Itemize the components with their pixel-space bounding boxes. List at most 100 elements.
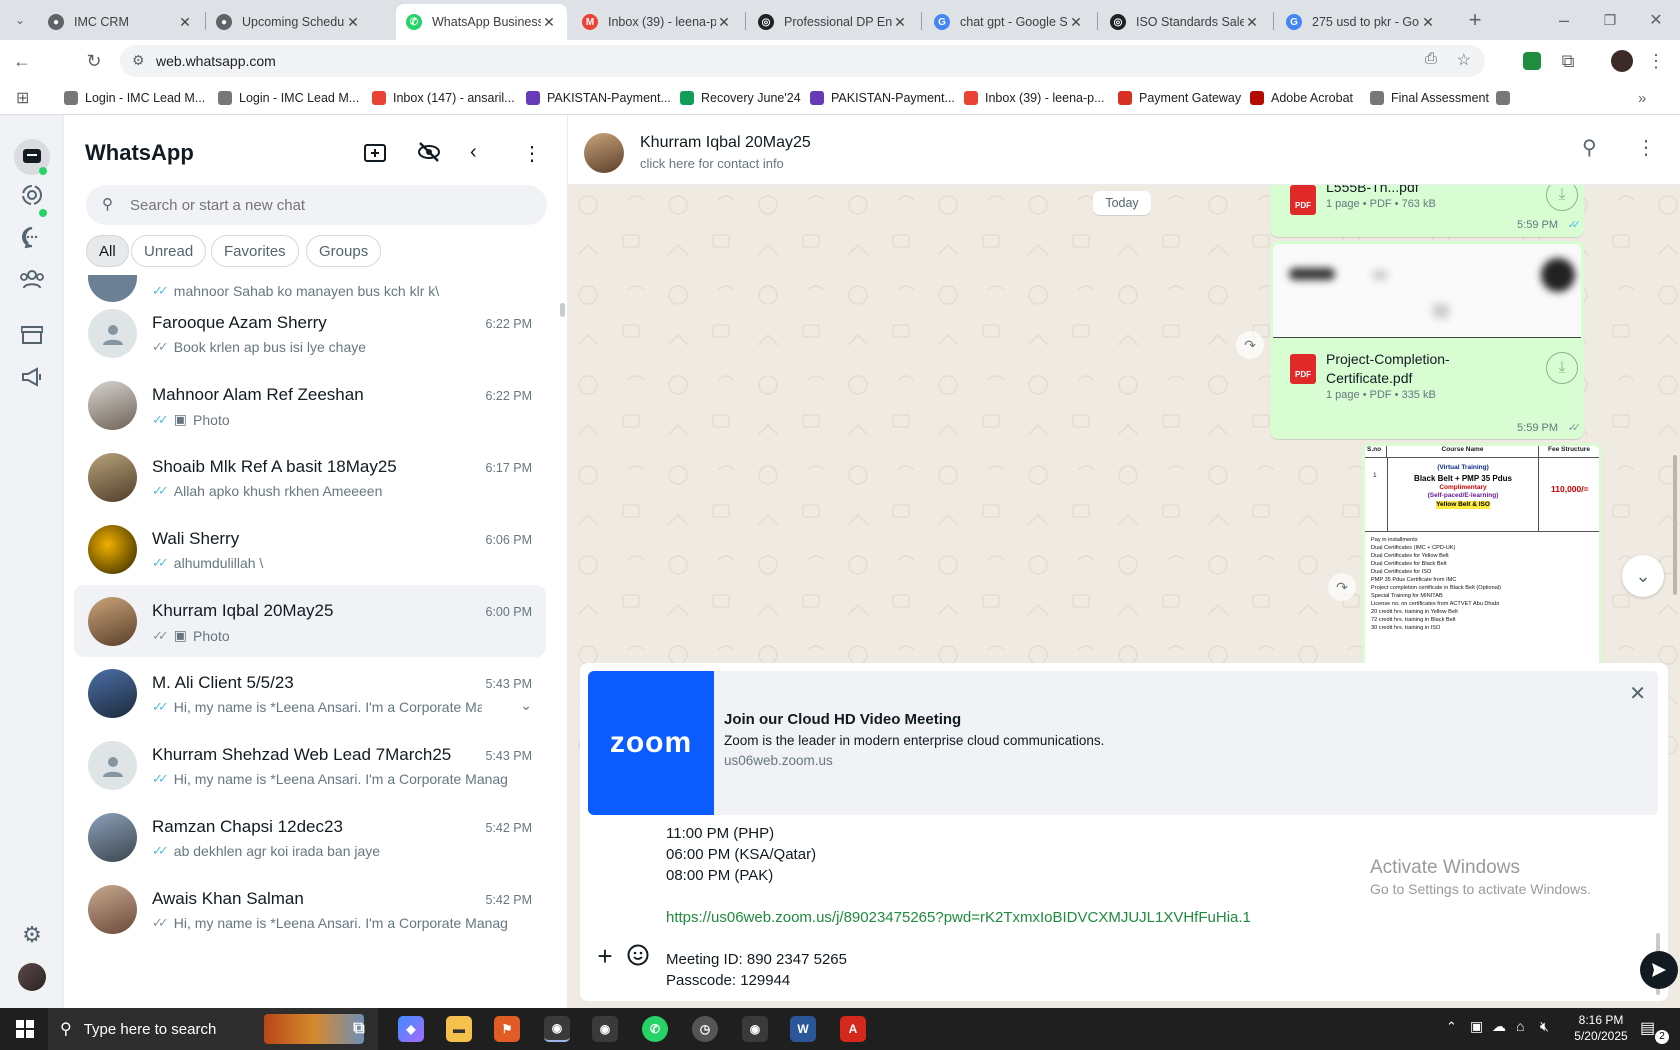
back-arrow-icon[interactable]: ← <box>8 47 36 75</box>
tab-search-chevron-icon[interactable]: ⌄ <box>6 6 34 34</box>
send-button[interactable] <box>1640 951 1678 989</box>
pdf-message-bubble[interactable]: PDF Project-Completion- Certificate.pdf … <box>1270 241 1584 439</box>
copilot-icon[interactable]: ◆ <box>398 1016 424 1042</box>
taskbar-search-box[interactable]: ⚲ Type here to search <box>48 1008 378 1050</box>
chat-row[interactable]: Khurram Shehzad Web Lead 7March25 5:43 P… <box>74 729 546 801</box>
close-tab-icon[interactable]: ✕ <box>716 14 732 31</box>
extensions-puzzle-icon[interactable]: ⧉ <box>1554 47 1582 75</box>
new-tab-plus-icon[interactable]: + <box>1461 6 1489 34</box>
address-url[interactable]: web.whatsapp.com <box>156 53 276 69</box>
close-tab-icon[interactable]: ✕ <box>1244 14 1260 31</box>
windows-start-icon[interactable] <box>16 1020 34 1038</box>
chat-list-scrollbar[interactable] <box>560 303 565 317</box>
communities-icon[interactable] <box>18 265 46 293</box>
notifications-icon[interactable]: ▤ <box>1640 1018 1655 1038</box>
contact-avatar[interactable] <box>584 133 624 173</box>
file-explorer-icon[interactable]: ▬ <box>446 1016 472 1042</box>
messages-scrollbar[interactable] <box>1673 455 1677 595</box>
minimize-window-icon[interactable]: – <box>1550 6 1578 34</box>
forward-icon[interactable]: ↷ <box>1236 331 1264 359</box>
browser-tab-usd-pkr[interactable]: G 275 usd to pkr - Go ✕ <box>1276 4 1446 40</box>
chrome-icon[interactable]: ◉ <box>544 1016 570 1042</box>
close-tab-icon[interactable]: ✕ <box>1420 14 1436 31</box>
bookmark-item[interactable]: PAKISTAN-Payment... <box>810 88 955 108</box>
browser-tab-imc-crm[interactable]: ● IMC CRM ✕ <box>38 4 203 40</box>
contact-name[interactable]: Khurram Iqbal 20May25 <box>640 134 811 152</box>
profile-avatar-icon[interactable] <box>1608 47 1636 75</box>
forward-icon[interactable]: ↷ <box>1328 573 1356 601</box>
task-view-icon[interactable]: ⧉ <box>346 1016 372 1042</box>
search-messages-icon[interactable]: ⚲ <box>1582 135 1597 160</box>
link-preview-card[interactable]: zoom Join our Cloud HD Video Meeting Zoo… <box>588 671 1658 815</box>
conversation-header[interactable]: Khurram Iqbal 20May25 click here for con… <box>568 115 1680 185</box>
taskbar-clock[interactable]: 8:16 PM 5/20/2025 <box>1572 1012 1630 1044</box>
chat-options-chevron-down-icon[interactable]: ⌄ <box>520 697 532 714</box>
browser-tab-whatsapp[interactable]: ✆ WhatsApp Business ✕ <box>396 4 567 40</box>
chat-row-selected[interactable]: Khurram Iqbal 20May25 6:00 PM ✓✓ ▣ Photo <box>74 585 546 657</box>
sticker-emoji-icon[interactable] <box>626 943 652 969</box>
status-icon[interactable] <box>18 181 46 209</box>
close-tab-icon[interactable]: ✕ <box>177 14 193 31</box>
pdf-thumbnail-preview[interactable] <box>1273 244 1581 338</box>
restore-window-icon[interactable]: ❐ <box>1596 6 1624 34</box>
filter-favorites[interactable]: Favorites <box>211 235 299 267</box>
image-message-bubble[interactable]: S.no Course Name Fee Structure 1 (Virtua… <box>1362 443 1602 663</box>
chat-row[interactable]: Farooque Azam Sherry 6:22 PM ✓✓ Book krle… <box>74 297 546 369</box>
settings-gear-icon[interactable]: ⚙ <box>18 921 46 949</box>
hide-eye-slash-icon[interactable] <box>416 141 444 169</box>
browser-tab-gmail-inbox[interactable]: M Inbox (39) - leena-p ✕ <box>572 4 742 40</box>
chrome-profile-icon[interactable]: ◉ <box>742 1016 768 1042</box>
bookmark-item[interactable]: Inbox (147) - ansaril... <box>372 88 515 108</box>
close-tab-icon[interactable]: ✕ <box>345 14 361 31</box>
reload-icon[interactable]: ↻ <box>80 47 108 75</box>
onedrive-cloud-icon[interactable]: ☁ <box>1492 1018 1506 1035</box>
pdf-message-bubble[interactable]: PDF L555B-Th...pdf 1 page • PDF • 763 kB… <box>1270 185 1584 237</box>
back-chevron-icon[interactable]: ‹ <box>470 141 477 164</box>
conversation-menu-kebab-icon[interactable]: ⋮ <box>1636 135 1656 160</box>
draft-text-area[interactable]: 11:00 PM (PHP) 06:00 PM (KSA/Qatar) 08:0… <box>580 815 1668 1001</box>
address-bar[interactable]: ⚙ web.whatsapp.com ⎙ ☆ <box>120 45 1485 77</box>
catalog-store-icon[interactable] <box>18 321 46 349</box>
zoom-meeting-link[interactable]: https://us06web.zoom.us/j/89023475265?pw… <box>666 909 1251 926</box>
download-icon[interactable]: ⤓ <box>1546 352 1578 384</box>
install-app-icon[interactable]: ⎙ <box>1425 50 1437 67</box>
acrobat-icon[interactable]: A <box>840 1016 866 1042</box>
chat-search-box[interactable]: ⚲ <box>86 185 547 225</box>
channels-icon[interactable] <box>18 223 46 251</box>
chat-row[interactable]: Ramzan Chapsi 12dec23 5:42 PM ✓✓ ab dekhl… <box>74 801 546 873</box>
chat-row[interactable]: Mahnoor Alam Ref Zeeshan 6:22 PM ✓✓ ▣ Phot… <box>74 369 546 441</box>
close-tab-icon[interactable]: ✕ <box>541 14 557 31</box>
bookmark-item[interactable]: PAKISTAN-Payment... <box>526 88 671 108</box>
more-bookmarks-chevron-icon[interactable]: » <box>1638 88 1646 108</box>
bookmark-item[interactable]: Recovery June'24 <box>680 88 801 108</box>
bookmark-item[interactable]: Login - IMC Lead M... <box>64 88 205 108</box>
chat-list-scroll[interactable]: ✓✓ mahnoor Sahab ko manayen bus kch klr k… <box>64 275 567 1008</box>
attach-plus-icon[interactable]: + <box>590 941 620 971</box>
filter-groups[interactable]: Groups <box>306 235 382 267</box>
chat-row[interactable]: M. Ali Client 5/5/23 5:43 PM ✓✓ Hi, my na… <box>74 657 546 729</box>
close-tab-icon[interactable]: ✕ <box>892 14 908 31</box>
chat-row[interactable]: Awais Khan Salman 5:42 PM ✓✓ Hi, my name … <box>74 873 546 945</box>
whatsapp-taskbar-icon[interactable]: ✆ <box>642 1016 668 1042</box>
bookmark-item[interactable]: Login - IMC Lead M... <box>218 88 359 108</box>
site-settings-icon[interactable]: ⚙ <box>132 52 145 69</box>
bookmark-item[interactable]: Payment Gateway <box>1118 88 1241 108</box>
close-window-icon[interactable]: ✕ <box>1642 6 1670 34</box>
chat-row[interactable]: Shoaib Mlk Ref A basit 18May25 6:17 PM ✓… <box>74 441 546 513</box>
new-chat-icon[interactable] <box>364 143 390 169</box>
network-icon[interactable]: ⌂ <box>1516 1018 1524 1034</box>
bookmark-item[interactable]: Adobe Acrobat <box>1250 88 1353 108</box>
word-icon[interactable]: W <box>790 1016 816 1042</box>
close-tab-icon[interactable]: ✕ <box>1068 14 1084 31</box>
browser-tab-google-chatgpt[interactable]: G chat gpt - Google S ✕ <box>924 4 1094 40</box>
clock-app-icon[interactable]: ◷ <box>692 1016 718 1042</box>
bookmark-item[interactable]: Final Assessment <box>1370 88 1489 108</box>
menu-kebab-icon[interactable]: ⋮ <box>522 141 542 166</box>
browser-tab-upcoming-schedule[interactable]: ● Upcoming Schedule ✕ <box>206 4 371 40</box>
apps-grid-icon[interactable]: ⊞ <box>16 88 29 108</box>
app-icon[interactable]: ⚑ <box>494 1016 520 1042</box>
download-icon[interactable]: ⤓ <box>1546 185 1578 211</box>
contact-info-hint[interactable]: click here for contact info <box>640 156 784 171</box>
bookmark-item[interactable]: Inbox (39) - leena-p... <box>964 88 1105 108</box>
chat-search-input[interactable] <box>130 196 510 214</box>
